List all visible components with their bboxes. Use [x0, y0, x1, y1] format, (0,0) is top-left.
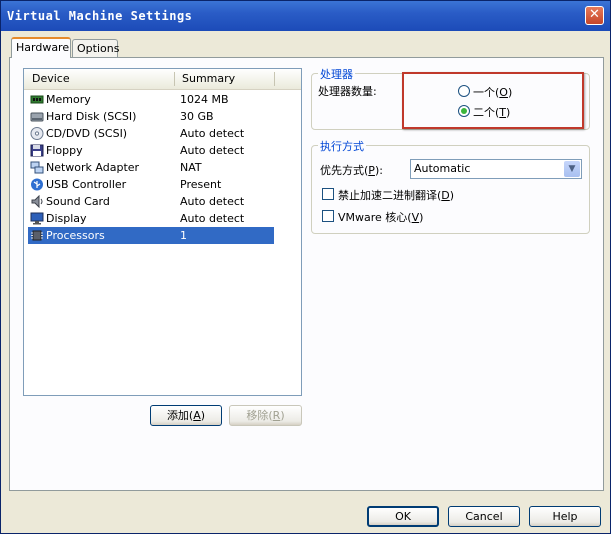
priority-label-text: 优先方式(	[320, 164, 369, 177]
remove-button-label: 移除(	[246, 409, 273, 422]
floppy-icon	[30, 144, 44, 157]
checkbox-label-suffix: )	[449, 189, 455, 202]
priority-label: 优先方式(P):	[320, 162, 383, 178]
device-name: Hard Disk (SCSI)	[46, 110, 137, 123]
device-summary: Auto detect	[180, 195, 245, 208]
highlight-annotation-box	[402, 72, 584, 129]
processor-icon	[31, 230, 43, 241]
memory-icon	[30, 95, 44, 104]
device-row-display[interactable]: Display Auto detect	[28, 210, 274, 227]
priority-label-mnemonic: P	[368, 164, 375, 177]
add-button-label: 添加(	[166, 409, 194, 422]
checkbox-label: VMware 核心(	[338, 211, 412, 224]
close-button[interactable]: ✕	[585, 6, 604, 25]
device-name: CD/DVD (SCSI)	[46, 127, 128, 140]
device-name: Memory	[46, 93, 91, 106]
device-row-network-adapter[interactable]: Network Adapter NAT	[28, 159, 274, 176]
device-row-cd-dvd[interactable]: CD/DVD (SCSI) Auto detect	[28, 125, 274, 142]
device-summary: Auto detect	[180, 144, 245, 157]
checkbox-mnemonic: V	[411, 211, 420, 224]
device-list[interactable]: Device Summary Memory 1024 MB Hard Disk …	[23, 68, 302, 396]
cancel-button[interactable]: Cancel	[448, 506, 520, 527]
usb-controller-icon	[31, 178, 43, 191]
device-name: Network Adapter	[46, 161, 140, 174]
device-list-header: Device Summary	[24, 69, 301, 90]
device-row-usb-controller[interactable]: USB Controller Present	[28, 176, 274, 193]
column-header-device[interactable]: Device	[32, 72, 70, 85]
priority-dropdown[interactable]: Automatic ▼	[410, 159, 582, 179]
ok-button[interactable]: OK	[367, 506, 439, 527]
help-button[interactable]: Help	[529, 506, 601, 527]
device-summary: 1	[180, 229, 187, 242]
device-name: USB Controller	[46, 178, 127, 191]
chevron-down-icon[interactable]: ▼	[564, 161, 580, 177]
execution-mode-group: 执行方式 优先方式(P): Automatic ▼ 禁止加速二进制翻译(D) V…	[311, 138, 590, 234]
vm-settings-window: Virtual Machine Settings ✕ Hardware Opti…	[0, 0, 611, 534]
device-row-hard-disk[interactable]: Hard Disk (SCSI) 30 GB	[28, 108, 274, 125]
device-name: Processors	[46, 229, 105, 242]
processors-group-title: 处理器	[318, 66, 355, 82]
checkbox-mnemonic: D	[441, 189, 450, 202]
checkbox-label-suffix: )	[419, 211, 424, 224]
sound-card-icon	[31, 195, 43, 208]
device-row-sound-card[interactable]: Sound Card Auto detect	[28, 193, 274, 210]
vmware-kernel-checkbox[interactable]	[322, 210, 334, 222]
add-button-label-suffix: )	[200, 409, 206, 422]
column-header-summary[interactable]: Summary	[182, 72, 235, 85]
window-title: Virtual Machine Settings	[7, 9, 193, 23]
device-name: Display	[46, 212, 87, 225]
disable-binary-translation-checkbox[interactable]	[322, 188, 334, 200]
column-separator[interactable]	[274, 72, 275, 86]
priority-dropdown-value: Automatic	[414, 162, 471, 175]
tab-hardware[interactable]: Hardware	[11, 37, 71, 58]
device-row-memory[interactable]: Memory 1024 MB	[28, 91, 274, 108]
tab-options[interactable]: Options	[72, 39, 119, 57]
device-name: Floppy	[46, 144, 83, 157]
device-summary: NAT	[180, 161, 202, 174]
network-adapter-icon	[30, 161, 44, 174]
device-summary: Auto detect	[180, 212, 245, 225]
remove-button-label-suffix: )	[280, 409, 285, 422]
column-separator[interactable]	[174, 72, 175, 86]
title-bar[interactable]: Virtual Machine Settings ✕	[1, 1, 610, 31]
processor-count-label: 处理器数量:	[318, 85, 377, 98]
display-icon	[30, 212, 44, 225]
device-summary: Present	[180, 178, 222, 191]
device-name: Sound Card	[46, 195, 110, 208]
device-summary: Auto detect	[180, 127, 245, 140]
device-summary: 1024 MB	[180, 93, 229, 106]
remove-button[interactable]: 移除(R)	[229, 405, 302, 426]
device-row-floppy[interactable]: Floppy Auto detect	[28, 142, 274, 159]
add-button[interactable]: 添加(A)	[150, 405, 222, 426]
cd-dvd-icon	[30, 127, 44, 140]
priority-label-suffix: ):	[374, 164, 383, 177]
hard-disk-icon	[30, 112, 44, 122]
device-row-processors[interactable]: Processors 1	[28, 227, 274, 244]
checkbox-label: 禁止加速二进制翻译(	[338, 189, 442, 202]
add-button-mnemonic: A	[193, 409, 201, 422]
device-summary: 30 GB	[180, 110, 214, 123]
execution-mode-group-title: 执行方式	[318, 138, 366, 154]
